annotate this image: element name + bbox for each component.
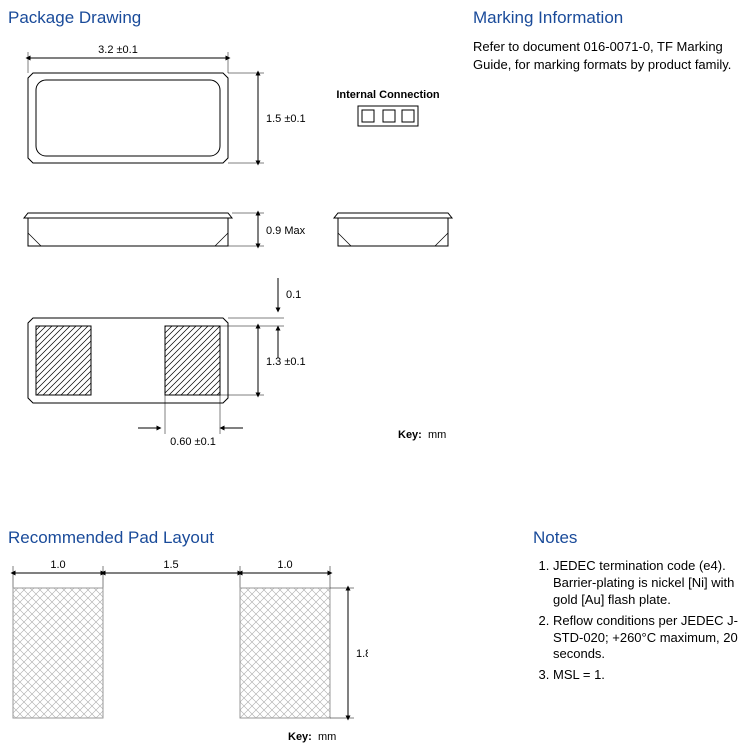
note-2: Reflow conditions per JEDEC J-STD-020; +… (553, 613, 746, 664)
pad-dim-c: 1.0 (277, 559, 292, 571)
key-label-2: Key: (288, 731, 312, 743)
pad-layout-title: Recommended Pad Layout (8, 528, 463, 548)
marking-info-text: Refer to document 016-0071-0, TF Marking… (473, 38, 746, 74)
internal-connection-label: Internal Connection (336, 89, 440, 101)
note-3: MSL = 1. (553, 667, 746, 684)
dim-btm-gap: 0.1 (286, 289, 301, 301)
key-unit-2: mm (318, 731, 336, 743)
notes-title: Notes (533, 528, 746, 548)
pad-layout-drawing: 1.0 1.5 1.0 1.8 Key: mm (8, 558, 368, 748)
note-1: JEDEC termination code (e4). Barrier-pla… (553, 558, 746, 609)
key-unit-1: mm (428, 429, 446, 441)
pad-dim-h: 1.8 (356, 648, 368, 660)
dim-btm-pad: 0.60 ±0.1 (170, 436, 216, 448)
pad-dim-a: 1.0 (50, 559, 65, 571)
package-drawing: 3.2 ±0.1 1.5 ±0.1 Internal Connection (8, 38, 463, 488)
dim-side-h: 0.9 Max (266, 225, 306, 237)
dim-width: 3.2 ±0.1 (98, 44, 138, 56)
dim-btm-h: 1.3 ±0.1 (266, 356, 306, 368)
marking-info-title: Marking Information (473, 8, 746, 28)
key-label-1: Key: (398, 429, 422, 441)
dim-height-top: 1.5 ±0.1 (266, 113, 306, 125)
notes-list: JEDEC termination code (e4). Barrier-pla… (533, 558, 746, 684)
pad-dim-b: 1.5 (163, 559, 178, 571)
package-drawing-title: Package Drawing (8, 8, 463, 28)
